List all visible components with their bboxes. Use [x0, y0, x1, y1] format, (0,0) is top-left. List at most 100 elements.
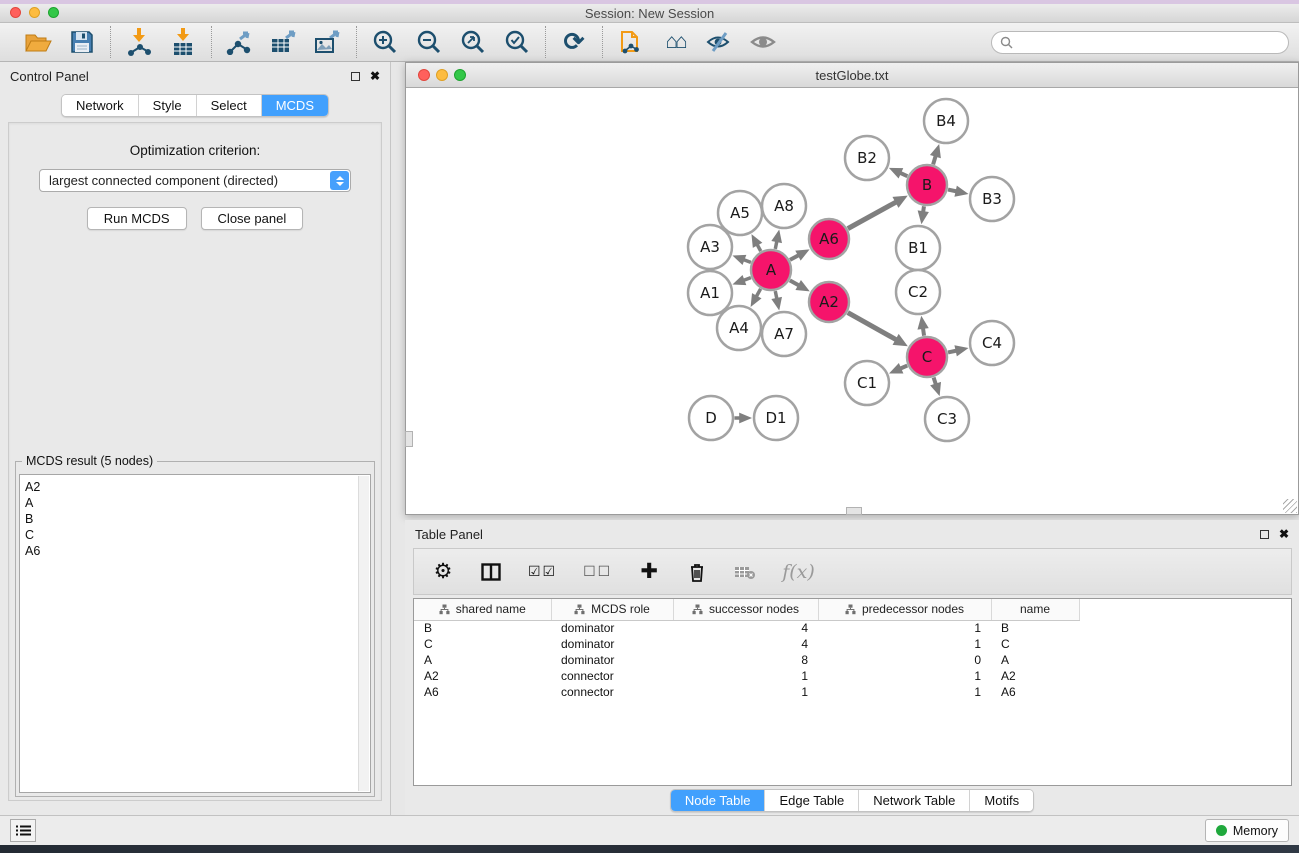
column-header-predecessor-nodes[interactable]: predecessor nodes	[818, 599, 991, 620]
table-row[interactable]: A6connector11A6	[414, 684, 1099, 700]
graph-edge-B-B2[interactable]	[900, 173, 907, 176]
import-table-icon[interactable]	[168, 27, 198, 57]
close-panel-icon[interactable]: ✖	[370, 70, 380, 82]
memory-button[interactable]: Memory	[1205, 819, 1289, 842]
export-image-icon[interactable]	[313, 27, 343, 57]
table-tab-edge-table[interactable]: Edge Table	[765, 790, 859, 811]
hide-unhide-icon[interactable]	[704, 27, 734, 57]
show-columns-icon[interactable]	[480, 563, 502, 581]
graph-edge-A-A8[interactable]	[775, 241, 777, 249]
cell-successor-nodes[interactable]: 1	[673, 668, 818, 684]
open-session-icon[interactable]	[23, 27, 53, 57]
network-graph[interactable]: B4B2BB3A5A8A6A3B1AA1C2A2A4A7C4CC1C3DD1	[406, 89, 1298, 514]
graph-edge-A-A7[interactable]	[775, 291, 777, 299]
zoom-in-icon[interactable]	[370, 27, 400, 57]
new-network-from-selection-icon[interactable]	[616, 27, 646, 57]
cell-name[interactable]: B	[991, 620, 1079, 636]
search-field[interactable]	[991, 31, 1289, 54]
result-item[interactable]: B	[25, 511, 370, 527]
network-close-button[interactable]	[418, 69, 430, 81]
window-resize-grip[interactable]	[1283, 499, 1297, 513]
result-item[interactable]: A2	[25, 479, 370, 495]
refresh-icon[interactable]: ⟳	[559, 27, 589, 57]
network-minimize-button[interactable]	[436, 69, 448, 81]
result-scrollbar[interactable]	[358, 476, 369, 791]
cell-MCDS-role[interactable]: dominator	[551, 652, 673, 668]
close-panel-button[interactable]: Close panel	[201, 207, 304, 230]
graph-edge-A-A5[interactable]	[757, 244, 761, 251]
graph-edge-B-B4[interactable]	[933, 156, 936, 165]
column-header-successor-nodes[interactable]: successor nodes	[673, 599, 818, 620]
delete-table-icon[interactable]	[734, 564, 756, 580]
close-window-button[interactable]	[10, 7, 21, 18]
birdseye-handle-bottom[interactable]	[846, 507, 862, 515]
table-tab-node-table[interactable]: Node Table	[671, 790, 766, 811]
graph-edge-A-A4[interactable]	[756, 289, 760, 297]
cell-shared-name[interactable]: C	[414, 636, 551, 652]
cell-MCDS-role[interactable]: dominator	[551, 620, 673, 636]
cell-predecessor-nodes[interactable]: 0	[818, 652, 991, 668]
table-tab-motifs[interactable]: Motifs	[970, 790, 1033, 811]
export-network-icon[interactable]	[225, 27, 255, 57]
table-float-panel-icon[interactable]	[1260, 530, 1269, 539]
table-row[interactable]: Adominator80A	[414, 652, 1099, 668]
cell-successor-nodes[interactable]: 8	[673, 652, 818, 668]
graph-edge-C-C2[interactable]	[923, 328, 924, 336]
delete-column-trash-icon[interactable]	[686, 562, 708, 582]
tab-network[interactable]: Network	[62, 95, 139, 116]
minimize-window-button[interactable]	[29, 7, 40, 18]
graph-edge-B-B3[interactable]	[948, 190, 957, 192]
cell-predecessor-nodes[interactable]: 1	[818, 684, 991, 700]
graph-edge-A6-B[interactable]	[848, 202, 897, 229]
result-item[interactable]: A	[25, 495, 370, 511]
table-row[interactable]: A2connector11A2	[414, 668, 1099, 684]
network-zoom-button[interactable]	[454, 69, 466, 81]
function-builder-icon[interactable]: f(x)	[782, 561, 815, 583]
tab-select[interactable]: Select	[197, 95, 262, 116]
cell-shared-name[interactable]: A6	[414, 684, 551, 700]
birdseye-handle-left[interactable]	[405, 431, 413, 447]
save-session-icon[interactable]	[67, 27, 97, 57]
graph-edge-A-A6[interactable]	[790, 255, 799, 260]
cell-name[interactable]: C	[991, 636, 1079, 652]
cell-MCDS-role[interactable]: connector	[551, 684, 673, 700]
graph-edge-C-C1[interactable]	[900, 366, 907, 369]
graph-edge-A-A3[interactable]	[743, 260, 750, 263]
show-eye-icon[interactable]	[748, 27, 778, 57]
cell-name[interactable]: A6	[991, 684, 1079, 700]
result-item[interactable]: A6	[25, 543, 370, 559]
column-header-MCDS-role[interactable]: MCDS role	[551, 599, 673, 620]
cell-MCDS-role[interactable]: connector	[551, 668, 673, 684]
cell-shared-name[interactable]: A2	[414, 668, 551, 684]
network-canvas[interactable]: B4B2BB3A5A8A6A3B1AA1C2A2A4A7C4CC1C3DD1	[406, 89, 1298, 514]
graph-edge-C-C4[interactable]	[948, 351, 957, 353]
column-header-name[interactable]: name	[991, 599, 1079, 620]
cell-successor-nodes[interactable]: 1	[673, 684, 818, 700]
table-row[interactable]: Cdominator41C	[414, 636, 1099, 652]
cell-shared-name[interactable]: B	[414, 620, 551, 636]
column-header-shared-name[interactable]: shared name	[414, 599, 551, 620]
table-settings-gear-icon[interactable]: ⚙	[432, 559, 454, 584]
cell-successor-nodes[interactable]: 4	[673, 636, 818, 652]
mcds-result-list[interactable]: A2ABCA6	[19, 474, 371, 793]
unselect-all-columns-icon[interactable]: ☐☐	[583, 563, 612, 580]
tab-mcds[interactable]: MCDS	[262, 95, 328, 116]
cell-successor-nodes[interactable]: 4	[673, 620, 818, 636]
run-mcds-button[interactable]: Run MCDS	[87, 207, 187, 230]
cell-name[interactable]: A2	[991, 668, 1079, 684]
task-history-button[interactable]	[10, 819, 36, 842]
home-view-icon[interactable]: ⌂⌂	[660, 27, 690, 57]
cell-shared-name[interactable]: A	[414, 652, 551, 668]
import-network-icon[interactable]	[124, 27, 154, 57]
graph-edge-C-C3[interactable]	[934, 377, 936, 384]
cell-predecessor-nodes[interactable]: 1	[818, 636, 991, 652]
criterion-select[interactable]: largest connected component (directed)	[39, 169, 351, 192]
result-item[interactable]: C	[25, 527, 370, 543]
table-close-panel-icon[interactable]: ✖	[1279, 528, 1289, 540]
table-tab-network-table[interactable]: Network Table	[859, 790, 970, 811]
graph-edge-A2-C[interactable]	[848, 313, 897, 340]
cell-MCDS-role[interactable]: dominator	[551, 636, 673, 652]
graph-edge-A-A1[interactable]	[743, 278, 750, 281]
zoom-fit-icon[interactable]	[458, 27, 488, 57]
zoom-window-button[interactable]	[48, 7, 59, 18]
